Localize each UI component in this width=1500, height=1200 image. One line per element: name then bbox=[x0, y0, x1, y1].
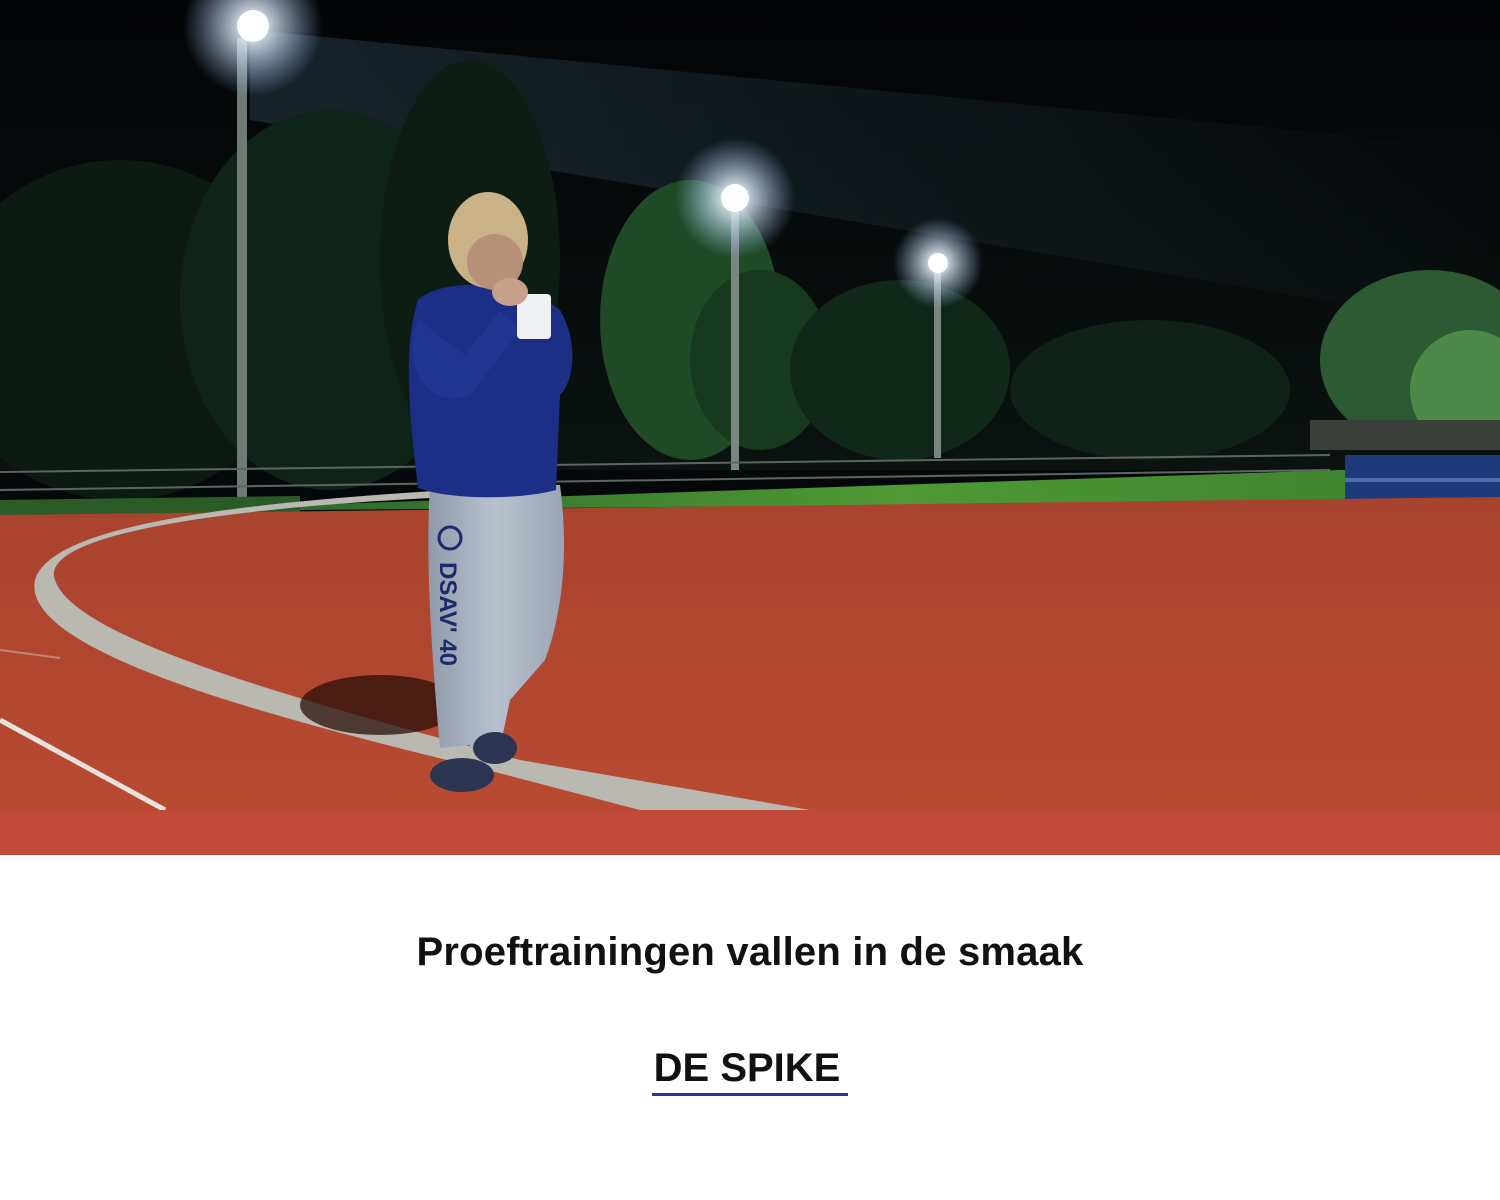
running-track bbox=[0, 497, 1500, 810]
article-headline[interactable]: Proeftrainingen vallen in de smaak bbox=[0, 930, 1500, 975]
source-link-wrapper: DE SPIKE bbox=[0, 1045, 1500, 1096]
pants-lettering: DSAV' 40 bbox=[434, 562, 461, 666]
article-card: DSAV' 40 Proeftrainingen vallen in de sm… bbox=[0, 0, 1500, 1200]
hero-illustration: DSAV' 40 bbox=[0, 0, 1500, 810]
shoe-right bbox=[473, 732, 517, 764]
accent-band bbox=[0, 810, 1500, 855]
hero-photo[interactable]: DSAV' 40 bbox=[0, 0, 1500, 810]
shoe-left bbox=[430, 758, 494, 792]
source-link[interactable]: DE SPIKE bbox=[651, 1045, 849, 1096]
